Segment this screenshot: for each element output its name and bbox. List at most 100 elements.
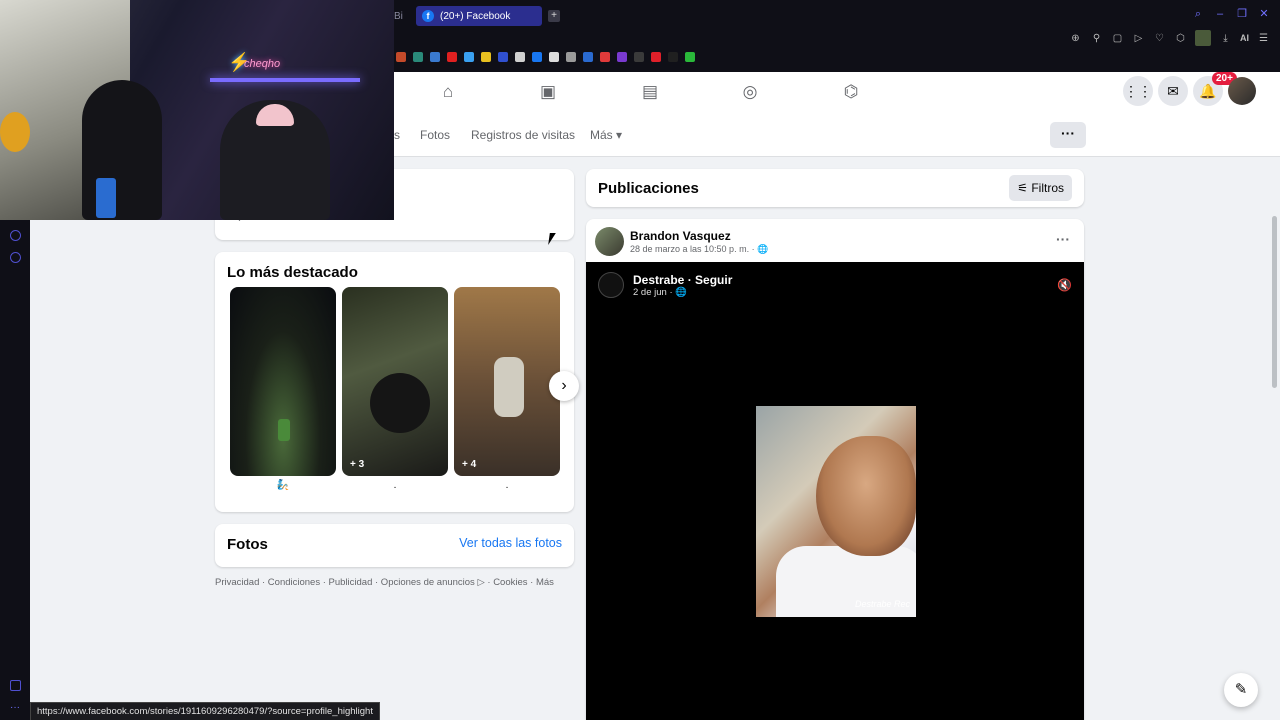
snapshot-icon[interactable]: ▢	[1111, 32, 1124, 45]
bookmark-icon[interactable]	[549, 52, 559, 62]
bookmark-icon[interactable]	[447, 52, 457, 62]
post-date[interactable]: 28 de marzo a las 10:50 p. m. · 🌐	[630, 244, 768, 255]
previous-tab[interactable]: Bi	[394, 11, 410, 22]
restore-icon[interactable]: ❐	[1236, 8, 1248, 20]
bookmark-icon[interactable]	[413, 52, 423, 62]
highlight-item[interactable]: + 4	[454, 287, 560, 476]
highlight-item[interactable]: + 3	[342, 287, 448, 476]
ai-button[interactable]: AI	[1240, 32, 1249, 45]
tab-visits[interactable]: Registros de visitas	[471, 128, 575, 142]
history-icon[interactable]	[10, 230, 21, 241]
tab-more-label: Más	[590, 128, 613, 142]
extensions-icon[interactable]: ⬡	[1174, 32, 1187, 45]
gaming-icon[interactable]: ⌬	[841, 82, 861, 102]
filters-icon: ⚟	[1017, 181, 1028, 195]
posts-title: Publicaciones	[598, 180, 699, 197]
highlight-label: 🧞	[276, 480, 290, 491]
page-avatar[interactable]	[598, 272, 624, 298]
bookmark-icon[interactable]	[685, 52, 695, 62]
minimize-icon[interactable]: –	[1214, 8, 1226, 20]
messenger-icon[interactable]: ✉	[1158, 76, 1188, 106]
apps-grid-icon[interactable]: ⋮⋮	[1123, 76, 1153, 106]
webcam-person	[82, 80, 162, 220]
webcam-coin	[0, 112, 30, 152]
highlights-card: Lo más destacado + 3 + 4 🧞 . . ›	[215, 252, 579, 512]
more-icon[interactable]: ···	[10, 702, 21, 713]
highlight-count: + 3	[350, 459, 365, 470]
heart-icon[interactable]: ♡	[1153, 32, 1166, 45]
highlight-motorbike	[370, 373, 430, 433]
footer-links[interactable]: Privacidad · Condiciones · Publicidad · …	[215, 577, 554, 588]
bookmark-icon[interactable]	[430, 52, 440, 62]
highlight-label: .	[505, 480, 509, 491]
bookmark-icon[interactable]	[634, 52, 644, 62]
chevron-right-icon[interactable]: ›	[549, 371, 579, 401]
bookmark-icon[interactable]	[481, 52, 491, 62]
browser-toolbar: ⊕ ⚲ ▢ ▷ ♡ ⬡ ⤓ AI ☰	[1069, 30, 1270, 46]
video-date: 2 de jun · 🌐	[633, 287, 688, 298]
filters-label: Filtros	[1031, 181, 1064, 195]
tab-partial[interactable]: s	[394, 128, 400, 142]
new-tab-button[interactable]: +	[548, 10, 560, 22]
post-menu-button[interactable]: ···	[1056, 231, 1070, 247]
scrollbar[interactable]	[1272, 216, 1277, 388]
marketplace-icon[interactable]: ▤	[640, 82, 660, 102]
author-avatar[interactable]	[595, 227, 624, 256]
home-icon[interactable]: ⌂	[438, 82, 458, 102]
bookmarks-bar	[396, 52, 695, 62]
webcam-can	[96, 178, 116, 218]
menu-icon[interactable]: ☰	[1257, 32, 1270, 45]
video-frame: Destrabe Rec	[756, 406, 916, 617]
highlight-count: + 4	[462, 459, 477, 470]
tab-facebook[interactable]: f (20+) Facebook	[416, 6, 542, 26]
bookmark-icon[interactable]	[498, 52, 508, 62]
video-player[interactable]: Destrabe · Seguir 2 de jun · 🌐 🔇 Destrab…	[586, 262, 1084, 720]
zoom-icon[interactable]: ⊕	[1069, 32, 1082, 45]
tab-more[interactable]: Más ▾	[590, 128, 622, 142]
profile-menu-button[interactable]: ···	[1050, 122, 1086, 148]
profile-tabs: s Fotos Registros de visitas Más ▾ ···	[394, 112, 1280, 157]
bookmark-icon[interactable]	[515, 52, 525, 62]
webcam-overlay: ⚡ cheqho	[0, 0, 394, 220]
chat-icon[interactable]	[10, 252, 21, 263]
bookmark-icon[interactable]	[532, 52, 542, 62]
close-icon[interactable]: ✕	[1258, 8, 1270, 20]
bookmark-icon[interactable]	[464, 52, 474, 62]
posts-header: Publicaciones ⚟ Filtros	[586, 169, 1084, 207]
webcam-neon-sign: cheqho	[244, 58, 281, 70]
bookmark-icon[interactable]	[396, 52, 406, 62]
bookmark-icon[interactable]	[668, 52, 678, 62]
bookmark-icon[interactable]	[583, 52, 593, 62]
profile-thumbnail[interactable]	[1195, 30, 1211, 46]
tab-photos[interactable]: Fotos	[420, 128, 450, 142]
download-icon[interactable]: ⤓	[1219, 32, 1232, 45]
account-avatar[interactable]	[1228, 77, 1256, 105]
tab-title: (20+) Facebook	[440, 10, 511, 22]
highlight-can	[278, 419, 290, 441]
bookmark-icon[interactable]	[566, 52, 576, 62]
highlight-item[interactable]	[230, 287, 336, 476]
sidebar-settings-icon[interactable]	[10, 680, 21, 691]
bookmark-icon[interactable]	[617, 52, 627, 62]
bookmark-icon[interactable]	[651, 52, 661, 62]
video-watermark: Destrabe Rec	[854, 599, 910, 609]
post-author[interactable]: Brandon Vasquez	[630, 229, 731, 243]
play-icon[interactable]: ▷	[1132, 32, 1145, 45]
browser-sidebar: ···	[0, 220, 30, 720]
video-page-name[interactable]: Destrabe · Seguir	[633, 273, 732, 287]
see-all-photos-link[interactable]: Ver todas las fotos	[459, 536, 562, 550]
facebook-top-nav: ⌂ ▣ ▤ ◎ ⌬ ⋮⋮ ✉ 🔔 20+	[394, 72, 1280, 112]
groups-icon[interactable]: ◎	[740, 82, 760, 102]
status-url: https://www.facebook.com/stories/1911609…	[30, 702, 380, 720]
pin-icon[interactable]: ⚲	[1090, 32, 1103, 45]
mute-icon[interactable]: 🔇	[1057, 278, 1072, 292]
highlight-urinal	[494, 357, 524, 417]
compose-icon[interactable]: ✎	[1224, 673, 1258, 707]
highlight-label: .	[393, 480, 397, 491]
highlights-title: Lo más destacado	[227, 264, 358, 281]
video-icon[interactable]: ▣	[538, 82, 558, 102]
search-icon[interactable]: ⌕	[1192, 8, 1204, 20]
photos-card: Fotos Ver todas las fotos	[215, 524, 574, 567]
bookmark-icon[interactable]	[600, 52, 610, 62]
filters-button[interactable]: ⚟ Filtros	[1009, 175, 1072, 201]
